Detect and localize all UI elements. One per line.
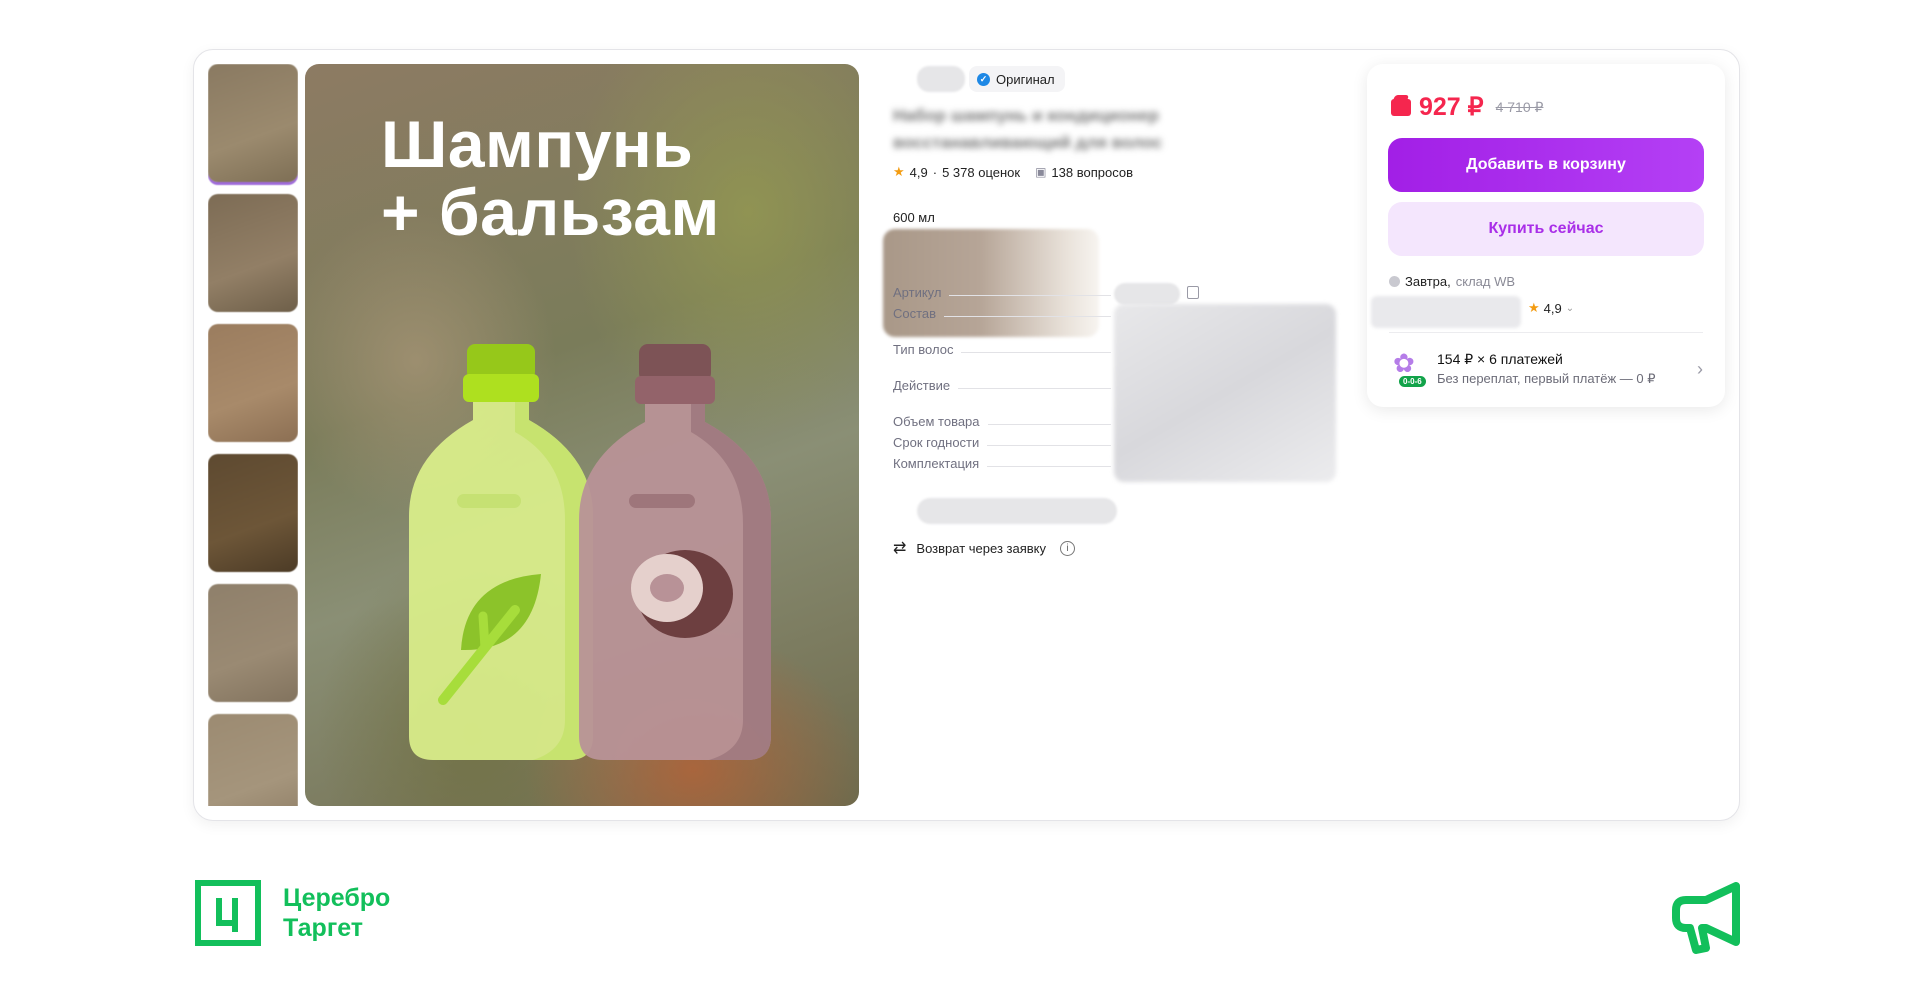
chevron-down-icon: ⌄ <box>1565 302 1575 314</box>
spec-values-blurred <box>1114 304 1336 482</box>
details-button-blurred[interactable] <box>917 498 1117 524</box>
product-title: Набор шампунь и кондиционер восстанавлив… <box>893 106 1163 152</box>
spec-label: Срок годности <box>893 435 980 450</box>
spec-hair-type: Тип волос <box>893 342 1111 357</box>
seller-rating-value: 4,9 <box>1543 300 1562 316</box>
question-icon: ▣ <box>1035 165 1047 179</box>
spec-article: Артикул <box>893 285 1111 300</box>
main-product-image[interactable]: Шампунь + бальзам <box>305 64 859 806</box>
spec-action: Действие <box>893 378 1111 393</box>
installment-text: 154 ₽ × 6 платежей Без переплат, первый … <box>1437 351 1697 387</box>
hero-title: Шампунь + бальзам <box>381 110 720 246</box>
article-value-blurred[interactable] <box>1114 283 1180 305</box>
spec-shelf-life: Срок годности <box>893 435 1111 450</box>
installment-title: 154 ₽ × 6 платежей <box>1437 351 1563 367</box>
star-icon: ★ <box>893 164 905 179</box>
buy-panel: 927 ₽ 4 710 ₽ Добавить в корзину Купить … <box>1367 64 1725 407</box>
installment-badge: 0-0-6 <box>1399 376 1426 387</box>
thumbnail-2[interactable] <box>208 194 298 312</box>
spec-label: Действие <box>893 378 951 393</box>
spec-composition: Состав <box>893 306 1111 321</box>
current-price: 927 ₽ <box>1419 93 1484 121</box>
brand-name: Церебро Таргет <box>283 883 390 943</box>
old-price: 4 710 ₽ <box>1495 98 1544 115</box>
logo-mark-icon <box>195 880 261 946</box>
rating-line[interactable]: ★ 4,9 · 5 378 оценок ▣ 138 вопросов <box>893 164 1133 180</box>
hero-title-line1: Шампунь <box>381 107 694 181</box>
brand-name-line1: Церебро <box>283 884 391 912</box>
delivery-warehouse: склад WB <box>1455 274 1516 289</box>
price-row: 927 ₽ 4 710 ₽ <box>1391 92 1543 122</box>
thumbnail-list[interactable] <box>208 64 298 806</box>
rating-separator: · <box>932 164 938 180</box>
rating-value: 4,9 <box>909 164 928 180</box>
reviews-count[interactable]: 5 378 оценок <box>942 165 1020 180</box>
return-arrows-icon: ⇄ <box>893 540 907 557</box>
thumbnail-5[interactable] <box>208 584 298 702</box>
delivery-info: Завтра, склад WB <box>1389 274 1515 289</box>
spec-label: Объем товара <box>893 414 980 429</box>
spec-label: Состав <box>893 306 937 321</box>
warehouse-icon <box>1389 276 1400 287</box>
thumbnail-4[interactable] <box>208 454 298 572</box>
original-badge-label: Оригинал <box>996 71 1055 87</box>
brand-name-line2: Таргет <box>283 914 364 942</box>
spec-label: Тип волос <box>893 342 954 357</box>
copy-icon[interactable] <box>1187 286 1199 299</box>
clover-icon: ✿ <box>1393 348 1415 378</box>
thumbnail-3[interactable] <box>208 324 298 442</box>
divider <box>1389 332 1703 333</box>
shampoo-bottle-icon <box>409 344 593 760</box>
return-policy[interactable]: ⇄ Возврат через заявку i <box>893 538 1075 558</box>
installment-offer[interactable]: ✿ 0-0-6 154 ₽ × 6 платежей Без переплат,… <box>1389 346 1703 392</box>
wallet-icon <box>1391 98 1411 116</box>
chevron-right-icon[interactable]: › <box>1697 359 1703 380</box>
return-label: Возврат через заявку <box>916 540 1046 556</box>
verified-check-icon: ✓ <box>977 72 990 86</box>
installment-logo: ✿ 0-0-6 <box>1389 346 1429 392</box>
thumbnail-1[interactable] <box>208 64 298 182</box>
bottles-illustration <box>409 344 771 760</box>
volume-label: 600 мл <box>893 210 935 225</box>
questions-count[interactable]: 138 вопросов <box>1051 165 1133 180</box>
original-badge: ✓ Оригинал <box>969 66 1065 92</box>
brand-logo: Церебро Таргет <box>195 880 390 946</box>
seller-name-blurred[interactable] <box>1371 296 1521 328</box>
spec-label: Комплектация <box>893 456 980 471</box>
product-card: Шампунь + бальзам ✓ Оригинал Набор шампу… <box>193 49 1740 821</box>
brand-blurred[interactable] <box>917 66 965 92</box>
hero-title-line2: + бальзам <box>381 175 720 249</box>
megaphone-icon <box>1672 882 1740 954</box>
add-to-cart-button[interactable]: Добавить в корзину <box>1388 138 1704 192</box>
delivery-day: Завтра, <box>1405 274 1451 289</box>
spec-label: Артикул <box>893 285 942 300</box>
info-icon[interactable]: i <box>1060 540 1075 556</box>
installment-subtitle: Без переплат, первый платёж — 0 ₽ <box>1437 371 1656 386</box>
spec-set: Комплектация <box>893 456 1111 471</box>
star-icon: ★ <box>1528 300 1540 315</box>
buy-now-button[interactable]: Купить сейчас <box>1388 202 1704 256</box>
thumbnail-6[interactable] <box>208 714 298 806</box>
seller-rating[interactable]: ★ 4,9 ⌄ <box>1528 300 1574 316</box>
conditioner-bottle-icon <box>579 344 771 760</box>
spec-volume: Объем товара <box>893 414 1111 429</box>
